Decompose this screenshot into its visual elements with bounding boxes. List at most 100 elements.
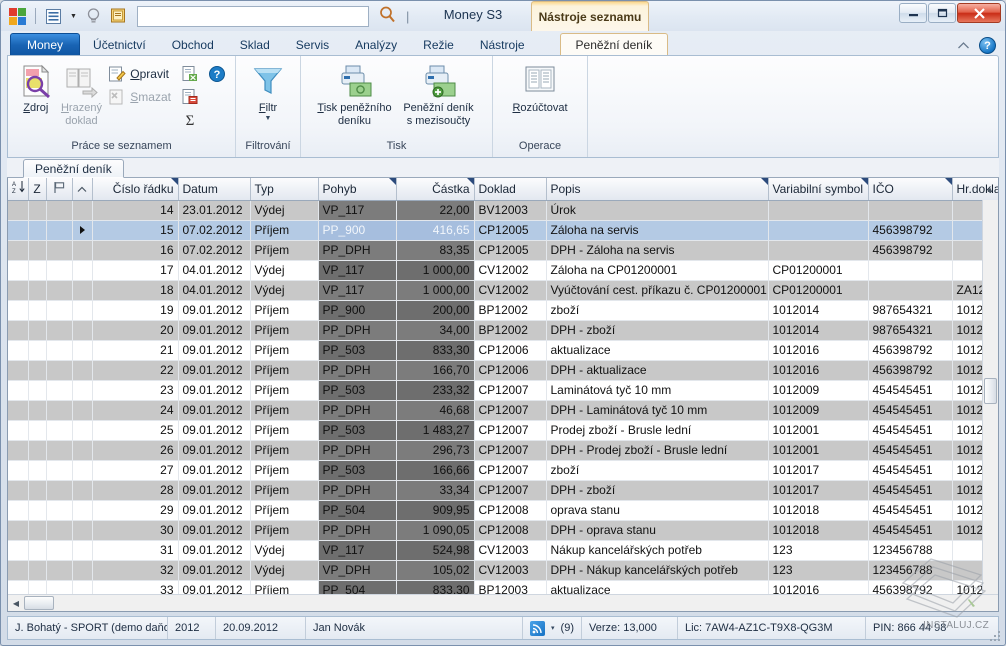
grid-horizontal-scrollbar[interactable]: ◀	[8, 594, 998, 611]
col-header-flag[interactable]	[46, 178, 72, 200]
tab-nastroje[interactable]: Nástroje	[467, 33, 538, 56]
smazat-button[interactable]: Smazat	[104, 86, 175, 108]
bulb-icon[interactable]	[83, 6, 104, 27]
tab-penezni-denik[interactable]: Peněžní deník	[560, 33, 669, 56]
rss-chevron-down-icon[interactable]: ▾	[551, 625, 555, 632]
scroll-left-icon[interactable]: ◀	[8, 595, 24, 611]
table-row[interactable]: 2709.01.2012PříjemPP_503166,66CP12007zbo…	[8, 460, 999, 480]
penezni-denik-s-mezisoucty-button[interactable]: Peněžní deníks mezisoučty	[397, 59, 481, 128]
chevron-up-icon[interactable]	[957, 39, 970, 53]
col-header-typ[interactable]: Typ	[250, 178, 318, 200]
col-header-datum[interactable]: Datum	[178, 178, 250, 200]
close-button[interactable]	[957, 3, 1001, 23]
tisk-penezniho-deniku-button[interactable]: Tisk peněžníhodeníku	[313, 59, 397, 128]
opravit-button[interactable]: Opravit	[104, 63, 175, 85]
col-header-ico[interactable]: IČO	[868, 178, 952, 200]
cell-sort	[8, 360, 28, 380]
zdroj-button[interactable]: Zdroj	[13, 59, 59, 115]
table-row[interactable]: 2809.01.2012PříjemPP_DPH33,34CP12007DPH …	[8, 480, 999, 500]
grid-table: A Z Z	[8, 178, 999, 601]
table-row[interactable]: 1704.01.2012VýdejVP_1171 000,00CV12002Zá…	[8, 260, 999, 280]
col-filter-corner-icon[interactable]	[171, 178, 178, 185]
table-row[interactable]: 2109.01.2012PříjemPP_503833,30CP12006akt…	[8, 340, 999, 360]
col-header-variabilni-symbol[interactable]: Variabilní symbol	[768, 178, 868, 200]
chevron-down-icon[interactable]: ▼	[265, 115, 272, 122]
col-filter-corner-icon[interactable]	[467, 178, 474, 185]
status-pin: PIN: 866 44 98	[866, 617, 998, 639]
minimize-button[interactable]	[899, 3, 927, 23]
magnifier-icon[interactable]	[378, 5, 397, 27]
cell-doklad: BP12002	[474, 300, 546, 320]
table-row[interactable]: 3209.01.2012VýdejVP_DPH105,02CV12003DPH …	[8, 560, 999, 580]
table-row[interactable]: 2909.01.2012PříjemPP_504909,95CP12008opr…	[8, 500, 999, 520]
cell-doklad: CV12003	[474, 560, 546, 580]
list-icon[interactable]	[43, 6, 64, 27]
tab-sklad[interactable]: Sklad	[227, 33, 283, 56]
sum-sigma-icon[interactable]: Σ	[181, 111, 199, 129]
col-filter-corner-icon[interactable]	[945, 178, 952, 185]
data-grid[interactable]: ▲ A Z Z	[7, 178, 999, 612]
grid-vertical-scrollbar[interactable]	[982, 200, 998, 594]
window-controls	[899, 3, 1001, 23]
col-filter-corner-icon[interactable]	[761, 178, 768, 185]
col-filter-corner-icon[interactable]	[861, 178, 868, 185]
cell-mark	[72, 340, 92, 360]
cell-sort	[8, 520, 28, 540]
grid-scroll-up-icon[interactable]: ▲	[982, 181, 998, 197]
tab-ucetnictvi[interactable]: Účetnictví	[80, 33, 159, 56]
search-input[interactable]	[138, 7, 368, 26]
tab-money[interactable]: Money	[10, 33, 80, 56]
tab-analyzy[interactable]: Analýzy	[342, 33, 410, 56]
tab-rezie[interactable]: Režie	[410, 33, 467, 56]
cell-varsym: 1012018	[768, 520, 868, 540]
maximize-button[interactable]	[928, 3, 956, 23]
tab-servis[interactable]: Servis	[283, 33, 342, 56]
col-filter-corner-icon[interactable]	[389, 178, 396, 185]
col-header-doklad[interactable]: Doklad	[474, 178, 546, 200]
cell-pohyb: VP_117	[318, 540, 396, 560]
status-rss[interactable]: ▾ (9)	[523, 617, 582, 639]
table-row[interactable]: 2409.01.2012PříjemPP_DPH46,68CP12007DPH …	[8, 400, 999, 420]
table-row[interactable]: 1607.02.2012PříjemPP_DPH83,35CP12005DPH …	[8, 240, 999, 260]
table-row[interactable]: 2509.01.2012PříjemPP_5031 483,27CP12007P…	[8, 420, 999, 440]
help-icon[interactable]: ?	[979, 37, 996, 54]
table-row[interactable]: 2009.01.2012PříjemPP_DPH34,00BP12002DPH …	[8, 320, 999, 340]
col-header-z[interactable]: Z	[28, 178, 46, 200]
col-header-castka[interactable]: Částka	[396, 178, 474, 200]
table-row[interactable]: 2209.01.2012PříjemPP_DPH166,70CP12006DPH…	[8, 360, 999, 380]
chevron-down-icon[interactable]: ▼	[68, 6, 79, 26]
grid-vertical-scroll-thumb[interactable]	[984, 378, 997, 404]
table-row[interactable]: 1423.01.2012VýdejVP_11722,00BV12003Úrok	[8, 200, 999, 220]
cell-datum: 09.01.2012	[178, 480, 250, 500]
note-icon[interactable]	[108, 6, 129, 27]
search-input-wrapper[interactable]	[137, 6, 369, 27]
cell-pohyb: PP_DPH	[318, 480, 396, 500]
grid-horizontal-scroll-thumb[interactable]	[24, 596, 54, 610]
col-header-cislo-radku[interactable]: Číslo řádku	[92, 178, 178, 200]
cell-varsym: 1012001	[768, 440, 868, 460]
col-header-popis[interactable]: Popis	[546, 178, 768, 200]
table-row[interactable]: 3009.01.2012PříjemPP_DPH1 090,05CP12008D…	[8, 520, 999, 540]
cell-typ: Výdej	[250, 540, 318, 560]
rozuctovat-button[interactable]: Rozúčtovat	[498, 59, 582, 115]
tab-obchod[interactable]: Obchod	[159, 33, 227, 56]
table-row[interactable]: 1909.01.2012PříjemPP_900200,00BP12002zbo…	[8, 300, 999, 320]
help-blue-icon[interactable]: ?	[208, 65, 226, 83]
table-row[interactable]: 2609.01.2012PříjemPP_DPH296,73CP12007DPH…	[8, 440, 999, 460]
hrazeny-doklad-button[interactable]: Hrazenýdoklad	[59, 59, 105, 128]
document-tab-penezni-denik[interactable]: Peněžní deník	[23, 159, 124, 178]
cell-flag	[46, 280, 72, 300]
table-row[interactable]: 1804.01.2012VýdejVP_1171 000,00CV12002Vy…	[8, 280, 999, 300]
col-header-sort-caret[interactable]	[72, 178, 92, 200]
report-icon[interactable]	[181, 88, 199, 106]
col-header-pohyb[interactable]: Pohyb	[318, 178, 396, 200]
app-logo-icon[interactable]	[7, 6, 28, 27]
table-row[interactable]: 1507.02.2012PříjemPP_900416,65CP12005Zál…	[8, 220, 999, 240]
cell-cislo: 22	[92, 360, 178, 380]
table-row[interactable]: 3109.01.2012VýdejVP_117524,98CV12003Náku…	[8, 540, 999, 560]
table-row[interactable]: 2309.01.2012PříjemPP_503233,32CP12007Lam…	[8, 380, 999, 400]
col-header-sort[interactable]: A Z	[8, 178, 28, 200]
export-excel-icon[interactable]	[181, 65, 199, 83]
rss-icon[interactable]	[530, 621, 545, 636]
filtr-button[interactable]: Filtr ▼	[241, 59, 295, 122]
